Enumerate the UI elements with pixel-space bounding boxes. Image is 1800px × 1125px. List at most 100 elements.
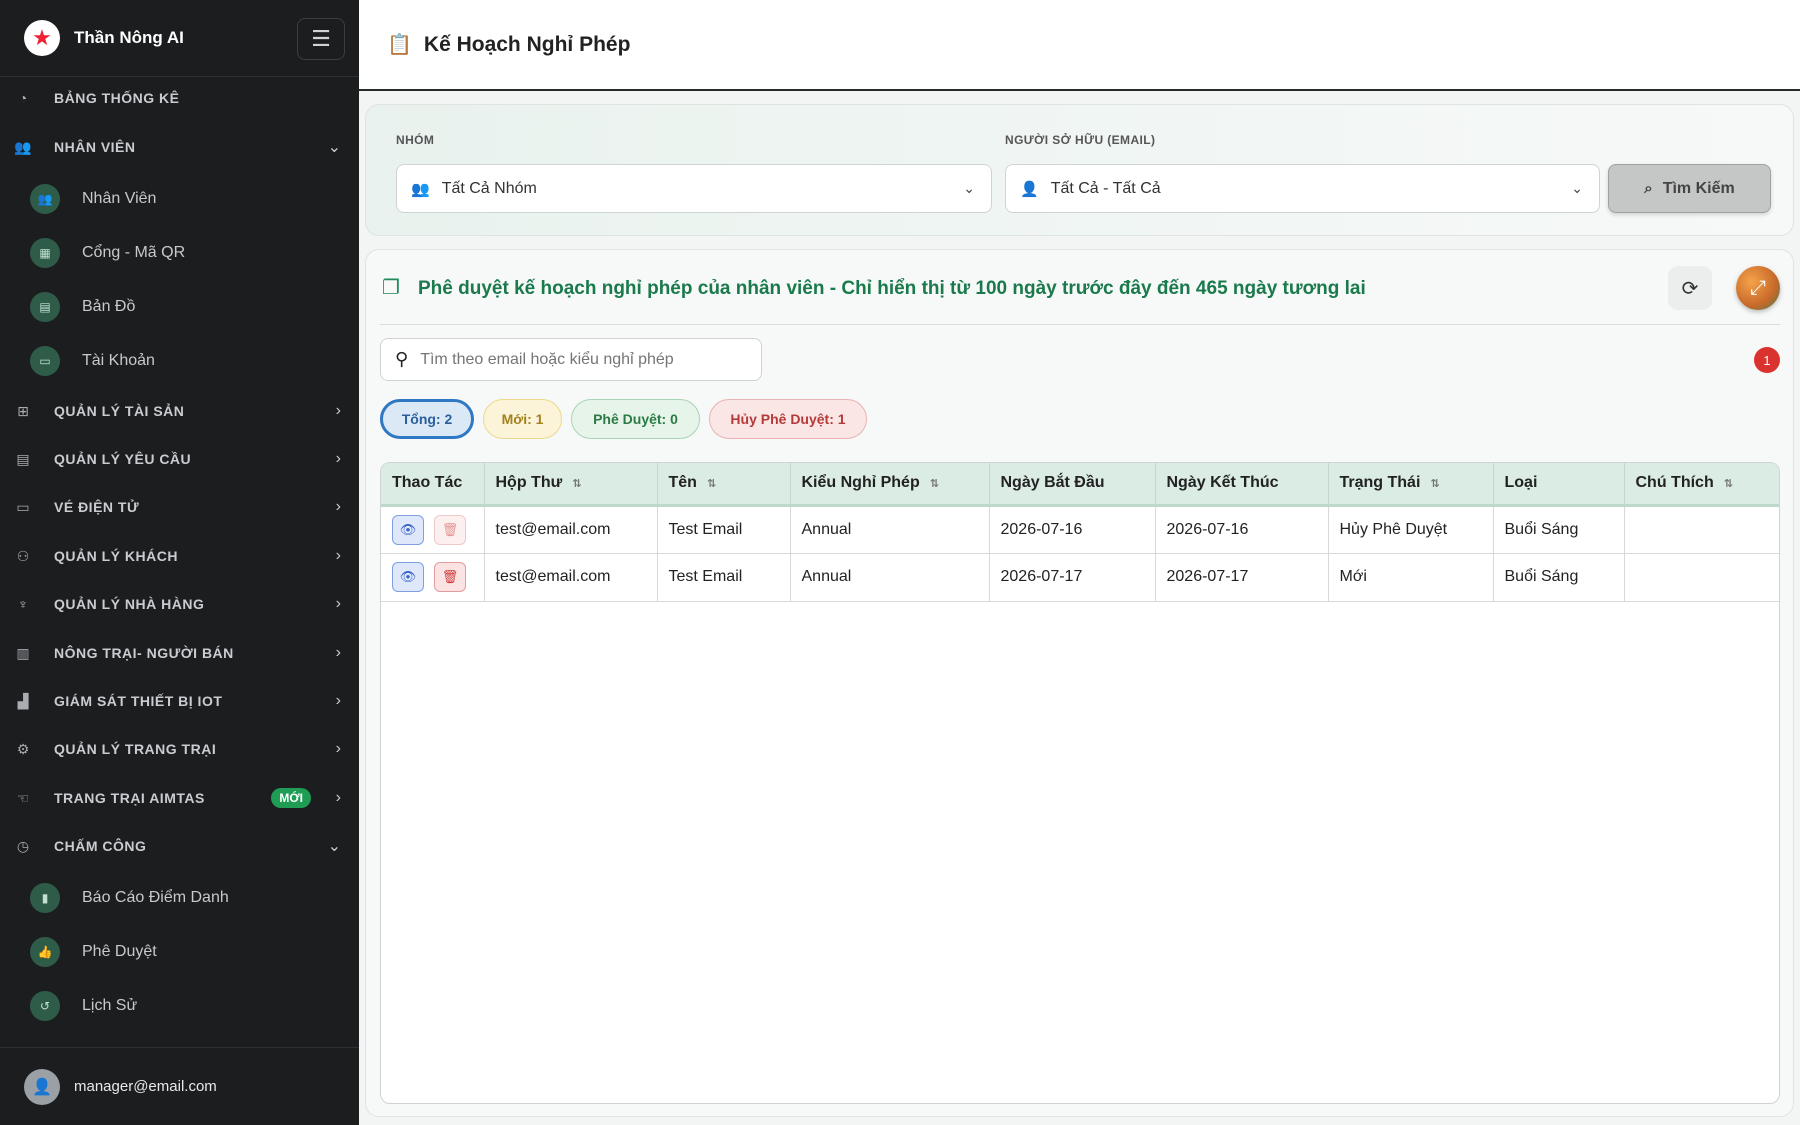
- ticket-icon: ▭: [16, 498, 30, 515]
- main-content: 📋 Kế Hoạch Nghỉ Phép NHÓM 👥 Tất Cả Nhóm …: [359, 0, 1800, 1125]
- sidebar-subitem-map[interactable]: ▤ Bản Đồ: [0, 282, 359, 332]
- sidebar-subitem-label: Nhân Viên: [82, 190, 157, 207]
- column-header-status[interactable]: Trạng Thái ⇅: [1328, 463, 1494, 505]
- divider: [380, 324, 1780, 325]
- sidebar-item-restaurant[interactable]: ♆ QUẢN LÝ NHÀ HÀNG ›: [0, 581, 359, 627]
- sort-icon[interactable]: ⇅: [572, 478, 581, 490]
- column-header-name[interactable]: Tên ⇅: [657, 463, 791, 505]
- cell-email: test@email.com: [484, 505, 658, 553]
- sidebar-subitem-account[interactable]: ▭ Tài Khoản: [0, 336, 359, 386]
- sort-icon[interactable]: ⇅: [1724, 478, 1733, 490]
- table-search-box[interactable]: ⚲: [380, 338, 762, 381]
- new-badge: MỚI: [271, 788, 311, 808]
- sidebar-item-farm-management[interactable]: ⚙ QUẢN LÝ TRANG TRẠI ›: [0, 726, 359, 772]
- chevron-right-icon: ›: [335, 450, 341, 467]
- chart-icon: ▮: [30, 883, 60, 913]
- search-button[interactable]: ⌕ Tìm Kiếm: [1608, 164, 1771, 213]
- cell-start-date: 2026-07-16: [989, 505, 1156, 553]
- avatar[interactable]: 👤: [24, 1068, 60, 1105]
- sidebar-subitem-label: Phê Duyệt: [82, 943, 157, 960]
- sidebar-item-staff[interactable]: 👥 NHÂN VIÊN ⌄: [0, 124, 359, 170]
- star-logo-icon[interactable]: ★: [24, 20, 60, 56]
- cell-note: [1624, 553, 1779, 601]
- filter-pill-total[interactable]: Tổng: 2: [380, 399, 474, 439]
- cell-status: Mới: [1328, 553, 1494, 601]
- sidebar-header: ★ Thần Nông AI ☰: [0, 0, 359, 77]
- menu-toggle-icon[interactable]: ☰: [297, 18, 345, 60]
- column-header-start-date: Ngày Bắt Đầu: [989, 463, 1156, 505]
- sidebar-subitem-staff[interactable]: 👥 Nhân Viên: [0, 174, 359, 224]
- notification-count-badge: 1: [1754, 347, 1780, 373]
- column-header-note[interactable]: Chú Thích ⇅: [1624, 463, 1779, 505]
- owner-filter-label: NGƯỜI SỞ HỮU (EMAIL): [1005, 133, 1156, 147]
- sort-icon[interactable]: ⇅: [930, 478, 939, 490]
- user-icon: 👤: [1020, 180, 1039, 198]
- sidebar-subitem-label: Bản Đồ: [82, 298, 136, 315]
- sidebar-item-label: QUẢN LÝ KHÁCH: [54, 548, 178, 564]
- sidebar-subitem-qr-gate[interactable]: ▦ Cổng - Mã QR: [0, 228, 359, 278]
- tractor-icon: ⚙: [16, 740, 30, 757]
- row-actions: 👁 🗑: [381, 553, 485, 601]
- sidebar-subitem-label: Cổng - Mã QR: [82, 244, 186, 261]
- column-header-label: Ngày Kết Thúc: [1166, 474, 1279, 492]
- filter-pill-cancelled[interactable]: Hủy Phê Duyệt: 1: [709, 399, 867, 439]
- sitemap-icon: ⊞: [17, 402, 29, 419]
- sidebar-item-iot[interactable]: ▟ GIÁM SÁT THIẾT BỊ IOT ›: [0, 678, 359, 724]
- chevron-down-icon: ⌄: [1571, 180, 1583, 196]
- qr-icon: ▦: [30, 238, 60, 268]
- id-card-icon: ▭: [30, 346, 60, 376]
- page-title: Kế Hoạch Nghỉ Phép: [423, 32, 631, 56]
- cell-leave-type: Annual: [790, 505, 990, 553]
- sidebar-subitem-approval[interactable]: 👍 Phê Duyệt: [0, 927, 359, 977]
- cell-end-date: 2026-07-17: [1155, 553, 1329, 601]
- user-email[interactable]: manager@email.com: [74, 1078, 217, 1095]
- table-search-input[interactable]: [420, 350, 741, 369]
- filter-pill-new[interactable]: Mới: 1: [483, 399, 562, 439]
- sidebar-item-requests[interactable]: ▤ QUẢN LÝ YÊU CẦU ›: [0, 436, 359, 482]
- sidebar-item-label: QUẢN LÝ TRANG TRẠI: [54, 741, 217, 757]
- column-header-label: Trạng Thái: [1339, 474, 1421, 492]
- sort-icon[interactable]: ⇅: [1430, 478, 1439, 490]
- sidebar-item-label: QUẢN LÝ TÀI SẢN: [54, 403, 185, 419]
- view-button[interactable]: 👁: [392, 562, 424, 592]
- delete-button[interactable]: 🗑: [434, 514, 466, 545]
- leave-table: Thao Tác Hộp Thư ⇅ Tên ⇅ Kiểu Nghỉ Phép ⇅ N…: [380, 462, 1780, 1104]
- column-header-leave-type[interactable]: Kiểu Nghỉ Phép ⇅: [790, 463, 990, 505]
- refresh-button[interactable]: ⟳: [1668, 266, 1712, 310]
- column-header-label: Ngày Bắt Đầu: [1000, 474, 1105, 492]
- chevron-right-icon: ›: [335, 547, 341, 564]
- chevron-down-icon: ⌄: [327, 139, 341, 156]
- clipboard-check-icon: 📋: [387, 34, 412, 56]
- sidebar-item-assets[interactable]: ⊞ QUẢN LÝ TÀI SẢN ›: [0, 388, 359, 434]
- eye-icon: 👁: [399, 521, 417, 537]
- column-header-label: Chú Thích: [1635, 474, 1714, 492]
- filter-pill-approved[interactable]: Phê Duyệt: 0: [571, 399, 700, 439]
- chevron-right-icon: ›: [335, 740, 341, 757]
- app-name[interactable]: Thần Nông AI: [74, 28, 184, 48]
- column-header-mailbox[interactable]: Hộp Thư ⇅: [484, 463, 658, 505]
- sort-icon[interactable]: ⇅: [707, 478, 716, 490]
- sidebar-item-farm-seller[interactable]: ▥ NÔNG TRẠI- NGƯỜI BÁN ›: [0, 630, 359, 676]
- group-select[interactable]: 👥 Tất Cả Nhóm ⌄: [396, 164, 992, 213]
- sidebar-item-label: TRANG TRẠI AIMTAS: [54, 790, 205, 806]
- eye-icon: 👁: [399, 569, 417, 584]
- owner-select[interactable]: 👤 Tất Cả - Tất Cả ⌄: [1005, 164, 1600, 213]
- gauge-icon: ◔: [18, 90, 28, 106]
- sidebar-item-dashboard[interactable]: ◔ BẢNG THỐNG KÊ: [0, 75, 359, 121]
- refresh-icon: ⟳: [1681, 277, 1699, 300]
- hand-icon: ☜: [16, 789, 30, 806]
- sidebar-item-guests[interactable]: ⚇ QUẢN LÝ KHÁCH ›: [0, 533, 359, 579]
- sidebar-item-tickets[interactable]: ▭ VÉ ĐIỆN TỬ ›: [0, 484, 359, 530]
- sidebar-subitem-attendance-report[interactable]: ▮ Báo Cáo Điểm Danh: [0, 873, 359, 923]
- sidebar-item-attendance[interactable]: ◷ CHẤM CÔNG ⌄: [0, 823, 359, 869]
- sidebar-subitem-history[interactable]: ↺ Lịch Sử: [0, 981, 359, 1031]
- view-button[interactable]: 👁: [392, 514, 424, 545]
- table-row: 👁 🗑 test@email.com Test Email Annual 2026…: [381, 553, 1779, 601]
- delete-button[interactable]: 🗑: [434, 562, 466, 592]
- chevron-right-icon: ›: [335, 498, 341, 515]
- expand-button[interactable]: ⤢: [1736, 266, 1780, 310]
- leave-plan-panel: ❐ Phê duyệt kế hoạch nghỉ phép của nhân …: [365, 249, 1794, 1117]
- users-icon: 👥: [30, 184, 60, 214]
- sidebar-item-aimtas[interactable]: ☜ TRANG TRẠI AIMTAS MỚI ›: [0, 775, 359, 821]
- sidebar-subitem-label: Báo Cáo Điểm Danh: [82, 889, 229, 906]
